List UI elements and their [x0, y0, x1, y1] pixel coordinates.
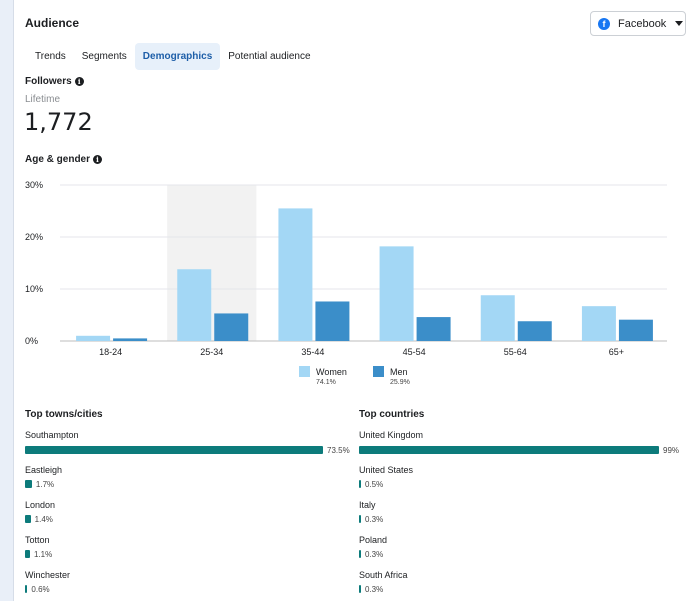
bar-men-45-54 [416, 317, 451, 341]
bar-men-65+ [618, 319, 653, 341]
town-bar [25, 515, 31, 523]
town-percent: 0.6% [31, 584, 50, 594]
town-name: Eastleigh [25, 465, 63, 475]
country-bar-row: 0.3% [359, 514, 384, 524]
x-tick-label: 45-54 [403, 347, 426, 357]
country-bar-row: 0.5% [359, 479, 384, 489]
bar-women-55-64 [480, 295, 515, 341]
legend-label-men: Men [390, 366, 408, 377]
town-percent: 1.1% [34, 549, 53, 559]
y-tick-label: 0% [25, 336, 38, 346]
age-gender-chart: 0% 10% 20% 30% 18-24 25-34 35-44 45-54 55-64 65+ [25, 180, 667, 357]
country-bar [359, 446, 659, 454]
y-tick-label: 30% [25, 180, 43, 190]
x-tick-label: 55-64 [504, 347, 527, 357]
country-bar-row: 0.3% [359, 549, 384, 559]
town-bar [25, 480, 32, 488]
country-percent: 99% [663, 445, 680, 455]
bar-women-18-24 [76, 335, 111, 341]
town-bar [25, 585, 28, 593]
town-name: Southampton [25, 430, 79, 440]
town-name: London [25, 500, 56, 510]
town-bar [25, 550, 30, 558]
bar-men-35-44 [315, 301, 350, 341]
bar-men-18-24 [113, 338, 148, 341]
legend-swatch-women [299, 366, 310, 377]
y-tick-label: 20% [25, 232, 43, 242]
country-percent: 0.5% [365, 479, 384, 489]
countries-title: Top countries [359, 409, 425, 420]
bar-women-35-44 [278, 208, 313, 341]
country-percent: 0.3% [365, 584, 384, 594]
town-name: Totton [25, 535, 50, 545]
town-name: Winchester [25, 570, 71, 580]
town-bar-row: 0.6% [25, 584, 50, 594]
country-name: Italy [359, 500, 376, 510]
country-bar-row: 0.3% [359, 584, 384, 594]
town-percent: 73.5% [327, 445, 350, 455]
legend-share-women: 74.1% [316, 379, 336, 386]
bar-men-55-64 [517, 321, 552, 341]
town-bar-row: 1.1% [25, 549, 53, 559]
y-tick-label: 10% [25, 284, 43, 294]
bar-women-65+ [581, 306, 616, 341]
country-name: United Kingdom [359, 430, 424, 440]
country-bar [359, 550, 361, 558]
legend-label-women: Women [316, 366, 347, 377]
bar-women-45-54 [379, 246, 414, 341]
bar-men-25-34 [214, 313, 249, 341]
x-tick-label: 65+ [609, 347, 624, 357]
country-name: South Africa [359, 570, 408, 580]
town-bar [25, 446, 323, 454]
legend-swatch-men [373, 366, 384, 377]
country-bar [359, 480, 361, 488]
towns-title: Top towns/cities [25, 409, 103, 420]
country-percent: 0.3% [365, 549, 384, 559]
town-bar-row: 1.7% [25, 479, 55, 489]
country-name: United States [359, 465, 414, 475]
country-bar [359, 515, 361, 523]
x-tick-label: 35-44 [301, 347, 324, 357]
country-bar-row: 99% [359, 445, 680, 455]
country-bar [359, 585, 361, 593]
x-tick-label: 25-34 [200, 347, 223, 357]
country-percent: 0.3% [365, 514, 384, 524]
legend-share-men: 25.9% [390, 379, 410, 386]
town-percent: 1.7% [35, 479, 55, 489]
legend-women[interactable]: Women 74.1% [299, 366, 347, 386]
bar-women-25-34 [177, 269, 212, 341]
legend-men[interactable]: Men 25.9% [373, 366, 410, 386]
x-tick-label: 18-24 [99, 347, 122, 357]
town-percent: 1.4% [34, 514, 53, 524]
town-bar-row: 73.5% [25, 445, 350, 455]
country-name: Poland [359, 535, 388, 545]
town-bar-row: 1.4% [25, 514, 53, 524]
